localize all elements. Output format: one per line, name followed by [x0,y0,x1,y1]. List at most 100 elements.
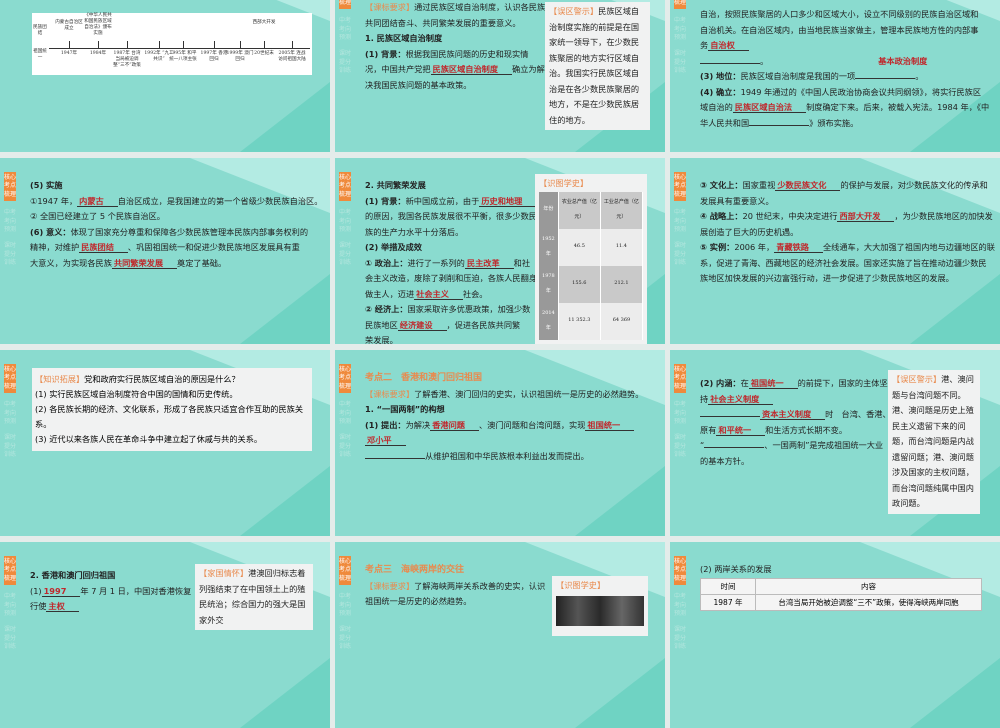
slide-thumbnail[interactable]: 核心考点梳理 中考考向预测 课时提分训练 (2) 两岸关系的发展 时间 内容 1987 年台… [670,542,1000,728]
nav-tab-practice[interactable]: 课时提分训练 [4,242,16,267]
nav-tab-practice[interactable]: 课时提分训练 [339,242,351,267]
text: 20 世纪末，中央决定进行 [742,211,838,221]
nav-tab-practice[interactable]: 课时提分训练 [674,626,686,651]
slide-thumbnail[interactable]: 核心考点梳理 中考考向预测 课时提分训练 考点三 海峡两岸的交往 【课标要求】了解海峡两… [335,542,665,728]
slide-text: (2) 两岸关系的发展 [700,562,982,578]
slide-thumbnail[interactable]: 核心考点梳理中考考向预测 课时提分训练 【知识拓展】党和政府实行民族区域自治的原因是… [0,350,330,536]
side-nav: 核心考点梳理中考考向预测课时提分训练 [674,364,686,460]
table-header-row: 时间 内容 [700,578,982,595]
answer-text: 共同繁荣发展 [111,257,178,269]
text: 共同团结奋斗、共同繁荣发展的重要意义。 [365,17,521,28]
section-label: 【课标要求】 [365,388,415,399]
table-cell: 1952年 [539,228,559,266]
nav-tab-forecast[interactable]: 中考考向预测 [674,209,686,234]
nav-tab-current[interactable]: 核心考点梳理 [674,0,686,10]
text: 》颁布实施。 [809,117,859,128]
nav-tab-forecast[interactable]: 中考考向预测 [674,593,686,618]
timeline-tick [159,41,160,48]
table-header: 内容 [755,578,982,595]
side-nav: 核心考点梳理中考考向预测课时提分训练 [674,0,686,76]
side-nav: 核心考点梳理中考考向预测课时提分训练 [339,0,351,76]
nav-tab-current[interactable]: 核心考点梳理 [339,0,351,10]
answer-text: 青藏铁路 [774,242,823,253]
text: 奠定了基础。 [177,257,227,268]
nav-tab-forecast[interactable]: 中考考向预测 [674,17,686,42]
slide-thumbnail[interactable]: 民族团结 祖国统一 1947年 1984年 1987年 台湾当局被迫调整“三不”政策 19… [0,0,330,152]
timeline-top-event: 《中华人民共和国民族区域自治法》颁布实施 [84,13,112,36]
answer-text: 民主改革 [464,257,514,269]
text: 荣发展。 [365,335,398,344]
nav-tab-practice[interactable]: 课时提分训练 [339,434,351,459]
bold-text: ② 经济上： [365,304,408,314]
text: 精神，对维护 [30,242,80,252]
nav-tab-current[interactable]: 核心考点梳理 [4,172,16,202]
slide-thumbnail[interactable]: 核心考点梳理中考考向预测课时提分训练 自治，按照民族聚居的人口多少和区域大小，设立… [670,0,1000,152]
figure-caption: 民族自治地方经济发展概况 [539,343,643,345]
nav-tab-practice[interactable]: 课时提分训练 [674,242,686,267]
table-cell: 11 352.3 [558,302,601,340]
knowledge-box: 【知识拓展】党和政府实行民族区域自治的原因是什么？ (1) 实行民族区域自治制度符… [32,368,312,451]
nav-tab-forecast[interactable]: 中考考向预测 [339,593,351,618]
bold-text: (2) 举措及成效 [365,242,422,252]
text: 民族地区 [365,319,398,330]
nav-tab-practice[interactable]: 课时提分训练 [4,626,16,651]
nav-tab-forecast[interactable]: 中考考向预测 [4,401,16,426]
nav-tab-practice[interactable]: 课时提分训练 [674,50,686,75]
slide-thumbnail[interactable]: 核心考点梳理 中考考向预测 课时提分训练 (2) 内涵：在 祖国统一 的前提下，国家的主体… [670,350,1000,536]
nav-tab-current[interactable]: 核心考点梳理 [339,556,351,586]
nav-tab-current[interactable]: 核心考点梳理 [674,556,686,586]
text: 的前提下，国家的主体坚 [797,378,888,388]
slide-thumbnail[interactable]: 核心考点梳理中考考向预测课时提分训练 【课标要求】通过民族区域自治制度，认识各民族… [335,0,665,152]
text-line: ④ 战略上：20 世纪末，中央决定进行 西部大开发 ，为少数民族地区的加快发 [700,209,993,225]
timeline-tick [98,41,99,48]
answer-blank [855,70,916,79]
timeline-event: 1984年 [89,51,107,56]
callout-text: 港、澳问题与台湾问题不同。港、澳问题是历史上殖民主义遗留下来的问题，而台湾问题是… [892,374,974,508]
slide-thumbnail[interactable]: 核心考点梳理 中考考向预测 课时提分训练 考点二 香港和澳门回归祖国 【课标要求】了解香… [335,350,665,536]
answer-text: 主权 [46,601,79,612]
text-line: (6) 意义：体现了国家充分尊重和保障各少数民族管理本民族内部事务权利的 [30,225,312,241]
table-cell: 台湾当局开始被迫调整“三不”政策，使得海峡两岸同胞 [755,594,982,611]
timeline-top-event: 西部大开发 [252,20,276,25]
text-line: ② 全国已经建立了 5 个民族自治区。 [30,209,312,225]
slide-thumbnail[interactable]: 核心考点梳理 中考考向预测 课时提分训练 2. 香港和澳门回归祖国 (1) 1997 年 7… [0,542,330,728]
question-text: 党和政府实行民族区域自治的原因是什么？ [84,374,240,384]
nav-tab-current[interactable]: 核心考点梳理 [4,556,16,586]
text: 年 7 月 1 日，中国对香港恢复 [80,585,192,596]
text-line: (4) 确立：1949 年通过的《中国人民政治协商会议共同纲领》，将实行民族区 [700,85,982,101]
answer-text: 祖国统一 [748,378,798,389]
answer-blank [365,450,425,459]
nav-tab-forecast[interactable]: 中考考向预测 [4,209,16,234]
nav-tab-current[interactable]: 核心考点梳理 [674,364,686,394]
nav-tab-current[interactable]: 核心考点梳理 [4,364,16,394]
timeline-tick [183,41,184,48]
slide-thumbnail[interactable]: 核心考点梳理 中考考向预测 课时提分训练 (5) 实施 ①1947 年， 内蒙古 自治区成立… [0,158,330,344]
nav-tab-practice[interactable]: 课时提分训练 [339,50,351,75]
table-header: 时间 [700,578,756,595]
nav-tab-practice[interactable]: 课时提分训练 [674,434,686,459]
side-nav: 核心考点梳理中考考向预测课时提分训练 [4,364,16,460]
side-nav: 核心考点梳理中考考向预测课时提分训练 [4,172,16,268]
text: 族地区加快发展的兴边富强行动，进一步促进了少数民族地区的发展。 [700,273,954,283]
nav-tab-forecast[interactable]: 中考考向预测 [339,17,351,42]
timeline-event: 1947年 [60,51,78,56]
nav-tab-forecast[interactable]: 中考考向预测 [4,593,16,618]
table-cell: 1978年 [539,265,559,303]
nav-tab-current[interactable]: 核心考点梳理 [674,172,686,202]
nav-tab-forecast[interactable]: 中考考向预测 [674,401,686,426]
slide-thumbnail[interactable]: 核心考点梳理 中考考向预测 课时提分训练 ③ 文化上：国家重视 少数民族文化 的保护与发展… [670,158,1000,344]
table-cell: 11.4 [600,228,644,266]
nav-tab-practice[interactable]: 课时提分训练 [4,434,16,459]
nav-tab-current[interactable]: 核心考点梳理 [339,172,351,202]
nav-tab-forecast[interactable]: 中考考向预测 [339,401,351,426]
timeline-event: 2005年 连战访问祖国大陆 [278,51,306,62]
answer-text: 内蒙古 [77,195,118,207]
nav-tab-practice[interactable]: 课时提分训练 [339,626,351,651]
slide-thumbnail[interactable]: 核心考点梳理 中考考向预测 课时提分训练 2. 共同繁荣发展 (1) 背景：新中国成立前… [335,158,665,344]
callout-text: 民族区域自治制度实施的前提是在国家统一领导下，在少数民族聚居的地方实行区域自治。… [549,6,640,125]
text: 、巩固祖国统一和促进少数民族地区发展具有重 [127,242,300,252]
nav-tab-forecast[interactable]: 中考考向预测 [339,209,351,234]
nav-tab-current[interactable]: 核心考点梳理 [339,364,351,394]
timeline-event: 20世纪末 [254,51,274,56]
economy-table: 年份 农业总产值（亿元） 工业总产值（亿元） 1952年 46.5 11.4 1978年 15… [539,191,644,340]
